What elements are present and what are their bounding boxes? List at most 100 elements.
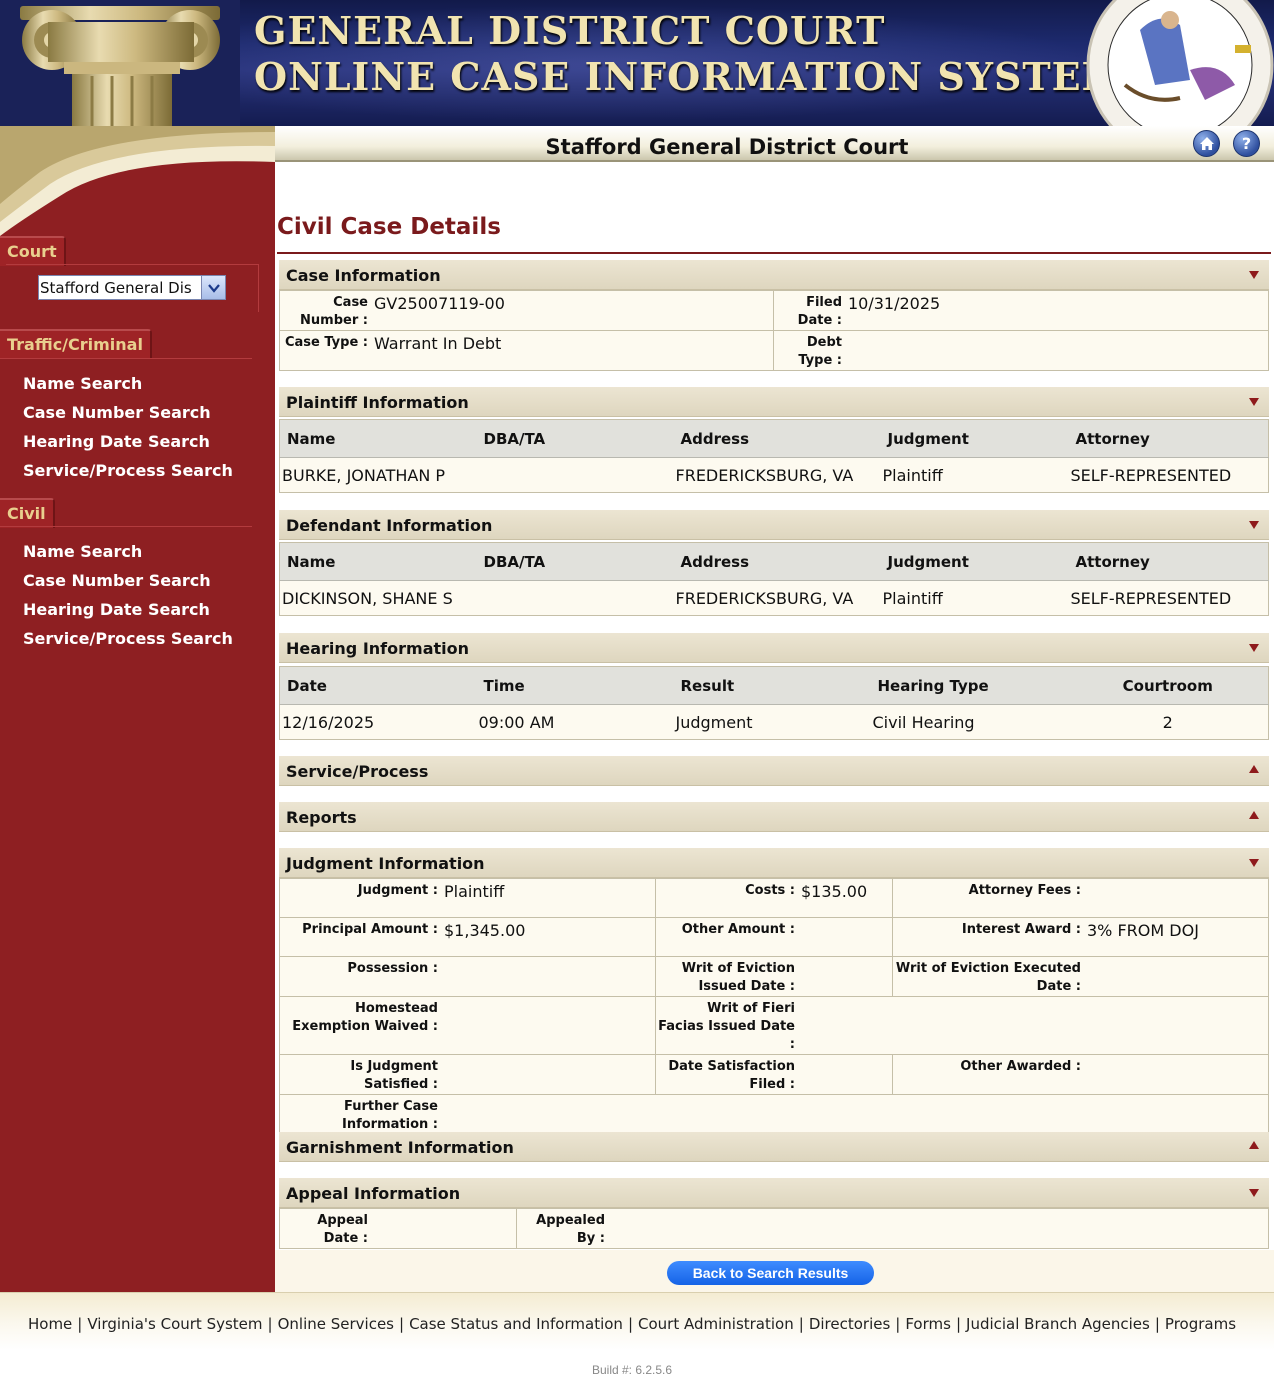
back-to-search-results-button[interactable]: Back to Search Results <box>667 1261 874 1285</box>
traffic-hearing-date-search-link[interactable]: Hearing Date Search <box>23 432 210 451</box>
appeal-date-label: Appeal Date : <box>317 1213 368 1246</box>
column-header: Address <box>673 542 881 581</box>
defendant-judgment: Plaintiff <box>880 580 1069 616</box>
footer-link-court-administration[interactable]: Court Administration <box>638 1315 794 1333</box>
writ-eviction-issued-label: Writ of Eviction Issued Date : <box>681 961 795 994</box>
judgment-satisfied-label: Is Judgment Satisfied : <box>350 1059 438 1092</box>
plaintiff-information-header[interactable]: Plaintiff Information <box>279 387 1269 417</box>
defendant-dba <box>476 580 674 616</box>
plaintiff-table: Name DBA/TA Address Judgment Attorney BU… <box>279 419 1269 493</box>
footer-link-home[interactable]: Home <box>28 1315 72 1333</box>
traffic-name-search-link[interactable]: Name Search <box>23 374 142 393</box>
triangle-down-icon[interactable] <box>1249 271 1259 279</box>
column-header: Address <box>673 419 881 458</box>
civil-case-number-search-link[interactable]: Case Number Search <box>23 571 211 590</box>
costs-label: Costs : <box>745 883 795 898</box>
appealed-by-label: Appealed By : <box>536 1213 605 1246</box>
build-number: Build #: 6.2.5.6 <box>591 1363 673 1377</box>
hearing-information-header[interactable]: Hearing Information <box>279 633 1269 663</box>
footer-link-programs[interactable]: Programs <box>1165 1315 1236 1333</box>
defendant-information-header[interactable]: Defendant Information <box>279 510 1269 540</box>
interest-award-label: Interest Award : <box>961 922 1081 937</box>
homestead-exemption-label: Homestead Exemption Waived : <box>292 1001 438 1034</box>
judgment-table: Judgment : Plaintiff Costs : $135.00 Att… <box>279 878 1269 1135</box>
column-header: Hearing Type <box>870 666 1068 705</box>
triangle-down-icon[interactable] <box>1249 1189 1259 1197</box>
defendant-name: DICKINSON, SHANE S <box>279 580 477 616</box>
triangle-up-icon[interactable] <box>1249 765 1259 773</box>
civil-name-search-link[interactable]: Name Search <box>23 542 142 561</box>
principal-amount-label: Principal Amount : <box>302 922 438 937</box>
column-header: DBA/TA <box>476 542 674 581</box>
filed-date-label: Filed Date : <box>797 295 842 328</box>
possession-value <box>442 957 446 978</box>
traffic-case-number-search-link[interactable]: Case Number Search <box>23 403 211 422</box>
principal-amount-value: $1,345.00 <box>444 921 526 940</box>
appeal-date-value <box>372 1209 376 1248</box>
footer-link-judicial-agencies[interactable]: Judicial Branch Agencies <box>966 1315 1150 1333</box>
triangle-up-icon[interactable] <box>1249 1141 1259 1149</box>
triangle-down-icon[interactable] <box>1249 521 1259 529</box>
table-row: 12/16/2025 09:00 AM Judgment Civil Heari… <box>279 704 1269 740</box>
court-name: Stafford General District Court <box>545 135 909 159</box>
case-number-label: Case Number : <box>300 295 368 328</box>
footer-link-online-services[interactable]: Online Services <box>278 1315 394 1333</box>
garnishment-information-header[interactable]: Garnishment Information <box>279 1132 1269 1162</box>
case-number-value: GV25007119-00 <box>374 294 505 313</box>
service-process-header[interactable]: Service/Process <box>279 756 1269 786</box>
triangle-up-icon[interactable] <box>1249 811 1259 819</box>
page-title: Civil Case Details <box>277 214 501 240</box>
column-header: Result <box>673 666 871 705</box>
appealed-by-value <box>609 1209 613 1248</box>
civil-hearing-date-search-link[interactable]: Hearing Date Search <box>23 600 210 619</box>
table-row: DICKINSON, SHANE S FREDERICKSBURG, VA Pl… <box>279 580 1269 616</box>
filed-date-value: 10/31/2025 <box>848 294 941 313</box>
banner-title-line2: ONLINE CASE INFORMATION SYSTEM <box>254 54 1125 99</box>
triangle-down-icon[interactable] <box>1249 644 1259 652</box>
footer-links: Home | Virginia's Court System | Online Serv… <box>27 1315 1237 1333</box>
section-title: Plaintiff Information <box>286 393 469 412</box>
page-footer: Home | Virginia's Court System | Online Serv… <box>0 1292 1274 1397</box>
costs-value: $135.00 <box>801 882 868 901</box>
court-select[interactable]: Stafford General Dis <box>38 275 226 300</box>
sidebar-tab-civil: Civil <box>0 498 55 528</box>
column-header: Name <box>279 542 477 581</box>
section-title: Hearing Information <box>286 639 469 658</box>
section-title: Defendant Information <box>286 516 493 535</box>
footer-link-forms[interactable]: Forms <box>905 1315 951 1333</box>
attorney-fees-value <box>1085 879 1089 900</box>
chevron-down-icon[interactable] <box>201 276 225 299</box>
sidebar-swoosh <box>0 126 275 236</box>
footer-link-virginia-court-system[interactable]: Virginia's Court System <box>87 1315 262 1333</box>
traffic-service-process-search-link[interactable]: Service/Process Search <box>23 461 233 480</box>
date-satisfaction-value <box>799 1055 803 1094</box>
case-type-label: Case Type : <box>284 335 368 350</box>
case-information-header[interactable]: Case Information <box>279 260 1269 290</box>
writ-eviction-issued-value <box>799 957 803 996</box>
section-title: Judgment Information <box>286 854 485 873</box>
case-information-table: Case Number : GV25007119-00 Filed Date :… <box>279 290 1269 371</box>
triangle-down-icon[interactable] <box>1249 398 1259 406</box>
further-case-info-value <box>442 1095 446 1134</box>
ionic-pillar-icon <box>0 0 240 126</box>
column-header: Time <box>476 666 674 705</box>
footer-link-directories[interactable]: Directories <box>809 1315 890 1333</box>
triangle-down-icon[interactable] <box>1249 859 1259 867</box>
other-amount-value <box>799 918 803 939</box>
column-header: Judgment <box>880 542 1069 581</box>
home-icon[interactable] <box>1193 130 1220 157</box>
reports-header[interactable]: Reports <box>279 802 1269 832</box>
column-header: Name <box>279 419 477 458</box>
appeal-table: Appeal Date : Appealed By : <box>279 1208 1269 1249</box>
help-icon[interactable]: ? <box>1233 130 1260 157</box>
civil-service-process-search-link[interactable]: Service/Process Search <box>23 629 233 648</box>
section-title: Case Information <box>286 266 441 285</box>
writ-eviction-executed-label: Writ of Eviction Executed Date : <box>895 961 1081 994</box>
judgment-information-header[interactable]: Judgment Information <box>279 848 1269 878</box>
sidebar-tab-traffic-criminal: Traffic/Criminal <box>0 329 152 359</box>
hearing-table: Date Time Result Hearing Type Courtroom … <box>279 666 1269 740</box>
plaintiff-address: FREDERICKSBURG, VA <box>673 457 881 493</box>
judgment-value: Plaintiff <box>444 882 505 901</box>
footer-link-case-status[interactable]: Case Status and Information <box>409 1315 623 1333</box>
appeal-information-header[interactable]: Appeal Information <box>279 1178 1269 1208</box>
